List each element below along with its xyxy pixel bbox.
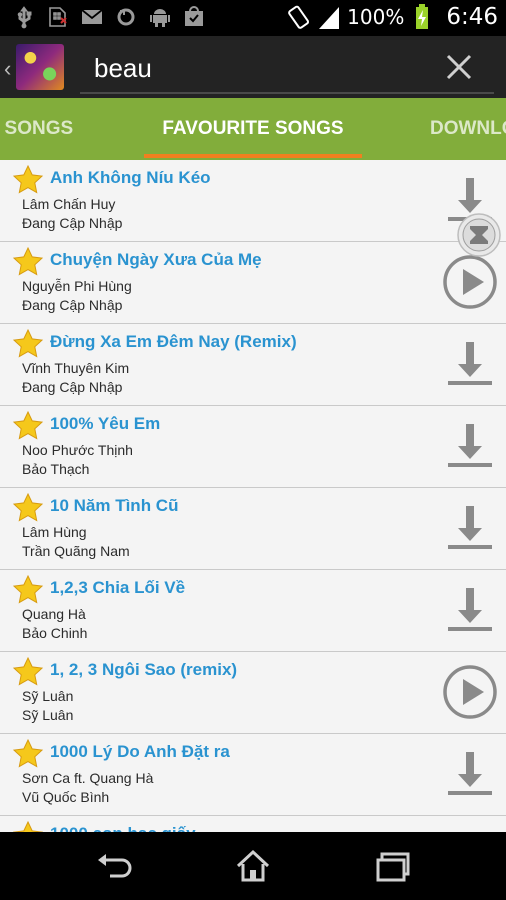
favourite-star-icon[interactable] <box>12 410 44 442</box>
download-button[interactable] <box>442 336 498 392</box>
nav-bar <box>0 832 506 900</box>
song-row[interactable]: 1, 2, 3 Ngôi Sao (remix) Sỹ Luân Sỹ Luân <box>0 652 506 734</box>
clock: 6:46 <box>446 4 498 30</box>
song-composer: Đang Cập Nhập <box>22 379 123 395</box>
song-composer: Đang Cập Nhập <box>22 297 123 313</box>
signal-icon <box>319 7 340 29</box>
song-title: 1000 Lý Do Anh Đặt ra <box>50 742 230 761</box>
song-artist: Quang Hà <box>22 606 86 622</box>
song-artist: Vĩnh Thuyên Kim <box>22 360 130 376</box>
sim-alert-icon <box>49 7 67 27</box>
usb-icon <box>17 6 32 29</box>
tab-favourite-songs[interactable]: FAVOURITE SONGS <box>144 98 362 160</box>
favourite-star-icon[interactable] <box>12 574 44 606</box>
song-title: Đừng Xa Em Đêm Nay (Remix) <box>50 332 297 351</box>
song-title: Anh Không Níu Kéo <box>50 168 211 187</box>
app-logo[interactable] <box>16 44 64 90</box>
recent-apps-icon[interactable] <box>374 848 414 884</box>
tab-all-songs[interactable]: L SONGS <box>0 98 73 160</box>
song-artist: Sỹ Luân <box>22 688 74 704</box>
song-row[interactable]: 1,2,3 Chia Lối Về Quang Hà Bảo Chinh <box>0 570 506 652</box>
tab-downloads[interactable]: DOWNLO <box>430 98 506 160</box>
battery-percent: 100% <box>347 5 405 29</box>
song-composer: Đang Cập Nhập <box>22 215 123 231</box>
battery-charging-icon <box>416 4 429 29</box>
download-button[interactable] <box>442 500 498 556</box>
back-icon[interactable] <box>94 848 134 884</box>
song-artist: Lâm Hùng <box>22 524 87 540</box>
favourite-star-icon[interactable] <box>12 738 44 770</box>
song-composer: Vũ Quốc Bình <box>22 789 110 805</box>
favourite-star-icon[interactable] <box>12 820 44 832</box>
song-composer: Bảo Chinh <box>22 625 88 641</box>
tab-favourite-label: FAVOURITE SONGS <box>162 118 344 139</box>
song-artist: Lâm Chấn Huy <box>22 196 116 212</box>
song-composer: Sỹ Luân <box>22 707 74 723</box>
rotation-icon <box>288 5 310 29</box>
song-artist: Nguyễn Phi Hùng <box>22 278 132 294</box>
song-title: 1000 con hạc giấy <box>50 824 196 832</box>
song-title: Chuyện Ngày Xưa Của Mẹ <box>50 250 262 269</box>
store-icon <box>185 6 203 26</box>
song-title: 100% Yêu Em <box>50 414 161 433</box>
song-title: 10 Năm Tình Cũ <box>50 496 179 515</box>
song-list[interactable]: Anh Không Níu Kéo Lâm Chấn Huy Đang Cập Nh… <box>0 160 506 832</box>
song-artist: Noo Phước Thịnh <box>22 442 133 458</box>
download-button[interactable] <box>442 746 498 802</box>
tab-bar: L SONGS FAVOURITE SONGS DOWNLO <box>0 98 506 160</box>
favourite-star-icon[interactable] <box>12 246 44 278</box>
play-button[interactable] <box>442 664 498 720</box>
search-input[interactable] <box>92 50 436 86</box>
song-row[interactable]: Chuyện Ngày Xưa Của Mẹ Nguyễn Phi Hùng Đan… <box>0 242 506 324</box>
song-row[interactable]: Anh Không Níu Kéo Lâm Chấn Huy Đang Cập Nh… <box>0 160 506 242</box>
play-button[interactable] <box>442 254 498 310</box>
favourite-star-icon[interactable] <box>12 164 44 196</box>
favourite-star-icon[interactable] <box>12 656 44 688</box>
song-title: 1, 2, 3 Ngôi Sao (remix) <box>50 660 238 679</box>
gmail-icon <box>81 9 103 24</box>
home-icon[interactable] <box>233 848 273 884</box>
tab-indicator <box>144 154 362 158</box>
song-row[interactable]: 10 Năm Tình Cũ Lâm Hùng Trần Quãng Nam <box>0 488 506 570</box>
android-icon <box>150 9 170 27</box>
song-composer: Bảo Thạch <box>22 461 90 477</box>
status-bar: 100% 6:46 <box>0 0 506 36</box>
download-button[interactable] <box>442 582 498 638</box>
action-bar: ‹ <box>0 36 506 98</box>
song-artist: Sơn Ca ft. Quang Hà <box>22 770 154 786</box>
sync-icon <box>117 8 135 26</box>
song-title: 1,2,3 Chia Lối Về <box>50 578 186 597</box>
search-box <box>80 42 494 94</box>
song-row[interactable]: 1000 Lý Do Anh Đặt ra Sơn Ca ft. Quang Hà… <box>0 734 506 816</box>
song-row[interactable]: 1000 con hạc giấy <box>0 816 506 832</box>
download-button[interactable] <box>442 418 498 474</box>
favourite-star-icon[interactable] <box>12 328 44 360</box>
song-row[interactable]: 100% Yêu Em Noo Phước Thịnh Bảo Thạch <box>0 406 506 488</box>
song-composer: Trần Quãng Nam <box>22 543 130 559</box>
clear-search-button[interactable] <box>444 52 474 82</box>
favourite-star-icon[interactable] <box>12 492 44 524</box>
notification-icons <box>12 5 206 29</box>
back-chevron-icon[interactable]: ‹ <box>4 56 11 82</box>
scroll-top-button[interactable] <box>456 212 502 258</box>
song-row[interactable]: Đừng Xa Em Đêm Nay (Remix) Vĩnh Thuyên Ki… <box>0 324 506 406</box>
